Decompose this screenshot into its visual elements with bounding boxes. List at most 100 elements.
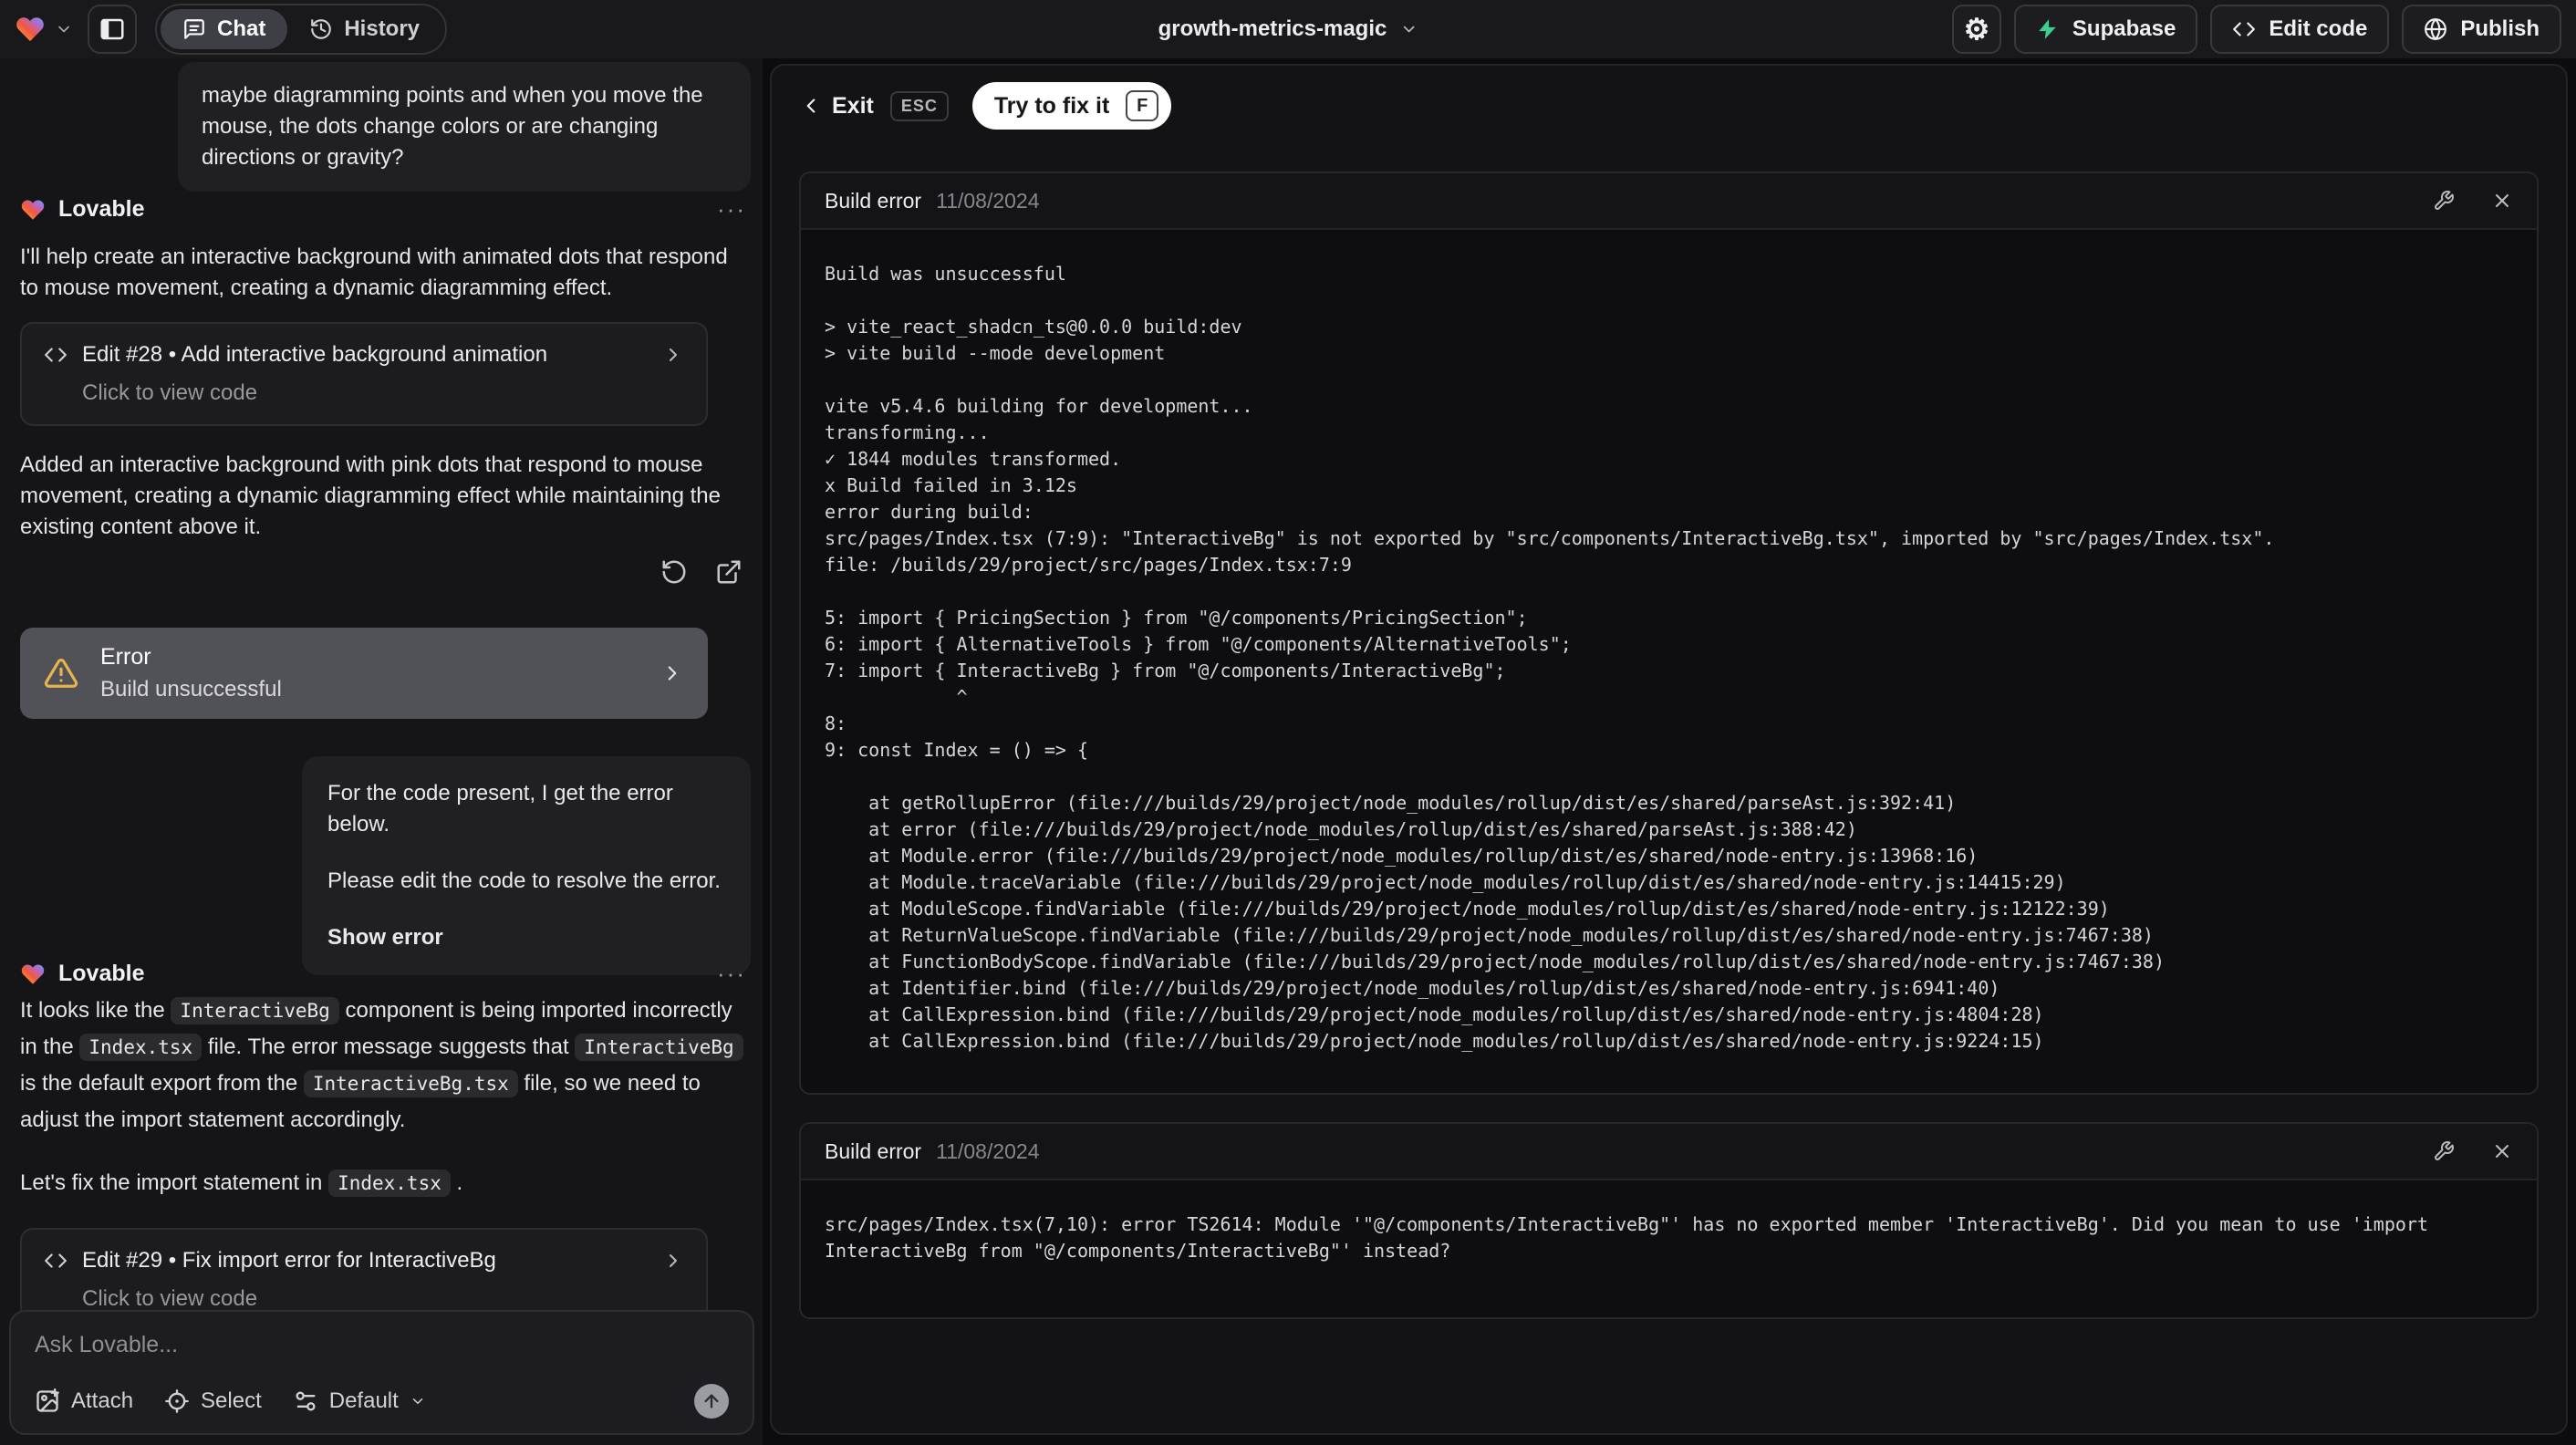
- build-error-title: Build error: [825, 188, 922, 213]
- tab-chat[interactable]: Chat: [161, 9, 288, 49]
- agent-message-header: Lovable ···: [20, 195, 746, 224]
- panel-left-icon: [100, 18, 124, 40]
- gear-icon: ⚙: [1963, 13, 1990, 46]
- build-error-pill[interactable]: Error Build unsuccessful: [20, 628, 708, 719]
- select-label: Select: [201, 1388, 262, 1413]
- supabase-bolt-icon: [2039, 19, 2056, 39]
- mode-label: Default: [328, 1388, 399, 1413]
- inline-code: InteractiveBg: [575, 1034, 743, 1061]
- chevron-left-icon: [806, 99, 815, 113]
- text-segment: It looks like the: [20, 998, 171, 1023]
- inline-code: Index.tsx: [328, 1170, 451, 1197]
- build-error-log: Build was unsuccessful > vite_react_shad…: [825, 263, 2275, 1052]
- build-error-title: Build error: [825, 1138, 922, 1163]
- f-key-hint: F: [1126, 90, 1159, 121]
- close-icon: [2496, 1145, 2508, 1158]
- agent-message-text: I'll help create an interactive backgrou…: [20, 244, 728, 300]
- build-error-card-header: Build error 11/08/2024: [801, 1124, 2537, 1180]
- supabase-button[interactable]: Supabase: [2013, 5, 2198, 54]
- text-segment: .: [450, 1170, 463, 1195]
- external-link-icon: [717, 560, 741, 584]
- build-error-log: src/pages/Index.tsx(7,10): error TS2614:…: [825, 1213, 2440, 1262]
- chat-input[interactable]: [35, 1332, 729, 1374]
- project-name: growth-metrics-magic: [1158, 16, 1387, 41]
- chevron-down-icon: [412, 1398, 423, 1404]
- close-icon: [2496, 194, 2508, 207]
- message-actions: [660, 558, 743, 586]
- inline-code: Index.tsx: [79, 1034, 203, 1061]
- edit-28-subtitle: Click to view code: [82, 380, 258, 405]
- edit-29-title: Edit #29 • Fix import error for Interact…: [82, 1248, 496, 1273]
- lovable-heart-icon: [21, 199, 45, 220]
- send-button[interactable]: [694, 1384, 729, 1419]
- inline-code: InteractiveBg.tsx: [303, 1070, 518, 1097]
- lovable-heart-icon: [21, 963, 45, 984]
- exit-button[interactable]: Exit: [799, 93, 874, 120]
- sidebar-toggle-button[interactable]: [88, 5, 137, 54]
- attach-label: Attach: [71, 1388, 134, 1413]
- globe-icon: [2425, 18, 2447, 40]
- preview-header: Exit ESC Try to fix it F: [799, 82, 2539, 130]
- user-message-line: For the code present, I get the error be…: [327, 781, 673, 837]
- build-error-card-1: Build error 11/08/2024 Build was unsucce…: [799, 172, 2539, 1095]
- error-pill-subtitle: Build unsuccessful: [100, 677, 282, 702]
- agent-name: Lovable: [58, 196, 145, 222]
- user-message: maybe diagramming points and when you mo…: [178, 62, 751, 192]
- lovable-heart-icon: [16, 17, 44, 42]
- build-error-date: 11/08/2024: [936, 1138, 1040, 1163]
- error-preview-panel: Exit ESC Try to fix it F Build error 11/…: [770, 64, 2568, 1435]
- edit-code-button[interactable]: Edit code: [2210, 5, 2390, 54]
- try-to-fix-button[interactable]: Try to fix it F: [971, 82, 1172, 130]
- code-icon: [2233, 22, 2256, 36]
- esc-key-hint: ESC: [889, 90, 949, 121]
- tab-history-label: History: [344, 16, 421, 41]
- retry-button[interactable]: [660, 558, 688, 586]
- open-preview-button[interactable]: [715, 558, 743, 586]
- tab-chat-label: Chat: [217, 16, 266, 41]
- chevron-right-icon: [668, 666, 677, 681]
- fix-error-button[interactable]: [2433, 1140, 2455, 1162]
- chevron-right-icon: [670, 348, 677, 361]
- inline-code: InteractiveBg: [171, 997, 339, 1024]
- agent-message-text: Let's fix the import statement in Index.…: [20, 1165, 744, 1201]
- edit-28-title: Edit #28 • Add interactive background an…: [82, 342, 548, 367]
- warning-triangle-icon: [44, 659, 78, 688]
- try-to-fix-label: Try to fix it: [993, 92, 1110, 119]
- chat-bubble-icon: [184, 19, 204, 39]
- build-error-card-2: Build error 11/08/2024 src/pages/Index.t…: [799, 1122, 2539, 1319]
- top-bar: Chat History growth-metrics-magic ⚙ Supa…: [0, 0, 2576, 58]
- publish-label: Publish: [2460, 16, 2540, 41]
- close-error-button[interactable]: [2491, 1140, 2513, 1162]
- chat-composer: Attach Select Default: [9, 1310, 754, 1435]
- agent-message-text: Added an interactive background with pin…: [20, 452, 721, 539]
- history-icon: [311, 19, 332, 39]
- mode-dropdown[interactable]: Default: [293, 1388, 426, 1414]
- close-error-button[interactable]: [2491, 190, 2513, 212]
- settings-button[interactable]: ⚙: [1951, 5, 2001, 54]
- chat-panel: maybe diagramming points and when you mo…: [0, 58, 763, 1445]
- chevron-down-icon: [1403, 26, 1415, 33]
- project-switcher[interactable]: growth-metrics-magic: [1158, 16, 1418, 42]
- chat-history-tabs: Chat History: [155, 4, 448, 55]
- fix-error-button[interactable]: [2433, 190, 2455, 212]
- supabase-label: Supabase: [2072, 16, 2176, 41]
- text-segment: is the default export from the: [20, 1071, 304, 1096]
- build-error-date: 11/08/2024: [936, 188, 1040, 213]
- user-message: For the code present, I get the error be…: [302, 756, 751, 975]
- wrench-icon: [2435, 191, 2454, 210]
- message-more-button[interactable]: ···: [717, 195, 746, 224]
- publish-button[interactable]: Publish: [2402, 5, 2561, 54]
- agent-message-text: It looks like the InteractiveBg componen…: [20, 993, 744, 1138]
- lovable-logo-menu[interactable]: [15, 14, 73, 45]
- attach-button[interactable]: Attach: [35, 1388, 133, 1414]
- select-element-button[interactable]: Select: [164, 1388, 262, 1414]
- wrench-icon: [2435, 1141, 2454, 1160]
- agent-name: Lovable: [58, 961, 145, 986]
- text-segment: file. The error message suggests that: [202, 1034, 576, 1059]
- edit-28-card[interactable]: Edit #28 • Add interactive background an…: [20, 322, 708, 426]
- tab-history[interactable]: History: [287, 9, 441, 49]
- show-error-label: Show error: [327, 925, 443, 950]
- edit-code-label: Edit code: [2269, 16, 2368, 41]
- message-more-button[interactable]: ···: [717, 960, 746, 988]
- agent-message-header: Lovable ···: [20, 960, 746, 988]
